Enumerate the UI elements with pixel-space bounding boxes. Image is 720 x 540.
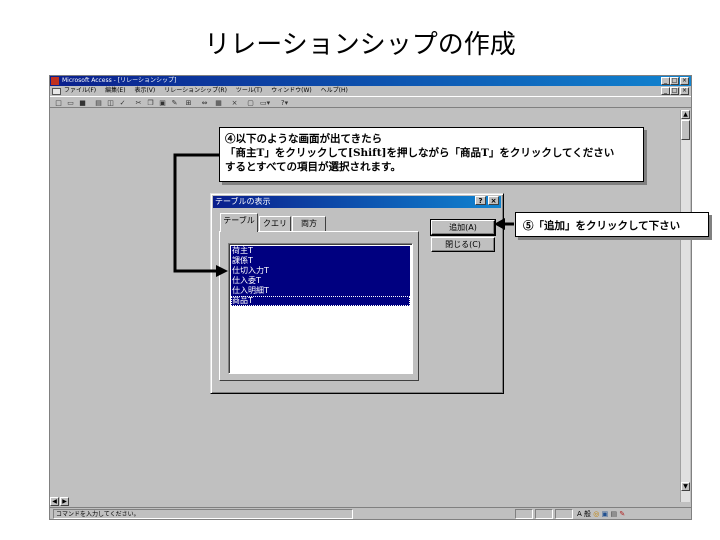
selection-arrowhead bbox=[216, 265, 228, 277]
add-arrowhead bbox=[494, 218, 505, 230]
selection-arrow bbox=[173, 153, 219, 273]
tab-tables[interactable]: テーブル bbox=[220, 213, 258, 232]
annotation-arrows bbox=[173, 153, 514, 277]
